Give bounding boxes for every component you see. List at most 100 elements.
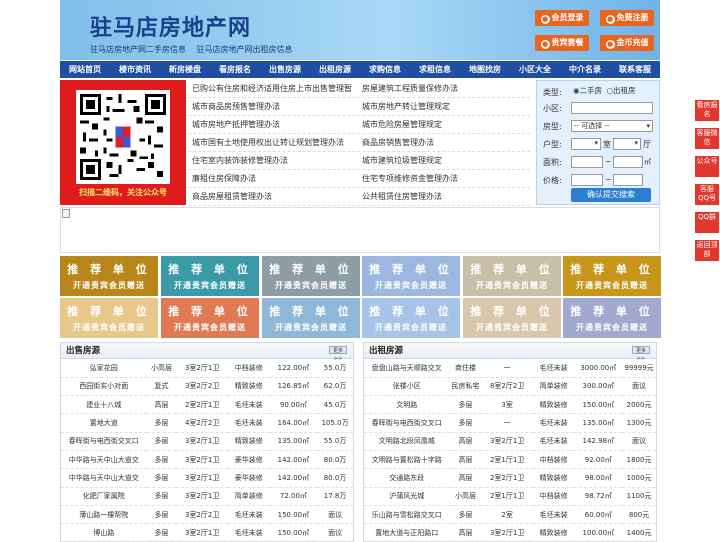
sale-more-link[interactable]: 更多>> xyxy=(329,346,347,362)
listing-cell[interactable]: 置地大道 xyxy=(61,413,147,433)
nav-item-home[interactable]: 网站首页 xyxy=(60,61,110,78)
side-back-to-top[interactable]: 返回顶部 xyxy=(695,240,719,261)
listing-cell[interactable]: 文明路 xyxy=(364,395,450,415)
listing-cell[interactable]: 中华路与天中山大道交 xyxy=(61,468,147,488)
listing-row[interactable]: 春晖街与电西街交叉口 多层一毛坯未装 135.00㎡ 1300元 xyxy=(364,413,656,433)
policy-link[interactable]: 房屋建筑工程质量保修办法 xyxy=(358,80,528,98)
listing-cell[interactable]: 博山路 xyxy=(61,523,147,542)
policy-link[interactable]: 城市房地产抵押管理办法 xyxy=(188,116,358,134)
listing-cell[interactable]: 交通路东段 xyxy=(364,468,450,488)
register-button[interactable]: ● 免费注册 xyxy=(600,10,654,26)
listing-row[interactable]: 西园街实小对面 复式 3室2厅2卫 精致装修 126.85㎡ 62.0万 xyxy=(61,377,353,397)
policy-link[interactable]: 住宅室内装饰装修管理办法 xyxy=(188,152,358,170)
side-viewing-signup[interactable]: 看房报名 xyxy=(695,100,719,121)
listing-cell[interactable]: 文明路与置松路十字路 xyxy=(364,450,450,470)
listing-row[interactable]: 弘家花园 小高层 3室2厅1卫 中档装修 122.00㎡ 55.0万 xyxy=(61,359,353,378)
policy-link[interactable]: 公共租赁住房管理办法 xyxy=(358,188,528,206)
listing-cell[interactable]: 化肥厂家属院 xyxy=(61,487,147,506)
listing-cell[interactable]: 中华路与天中山大道交 xyxy=(61,450,147,470)
side-qq-group[interactable]: QQ群 xyxy=(695,212,719,233)
nav-item-agents[interactable]: 中介名录 xyxy=(560,61,610,78)
policy-link[interactable]: 城市危险房屋管理规定 xyxy=(358,116,528,134)
nav-item-for-sale[interactable]: 出售房源 xyxy=(260,61,310,78)
area-max-input[interactable] xyxy=(613,156,643,168)
listing-row[interactable]: 沪蒲风光城 小高层 2室1厅1卫 中档装修 98.72㎡ 1100元 xyxy=(364,487,656,506)
listing-row[interactable]: 乐山路与雪松路交叉口 多层 2室 毛坯未装 60.00㎡ 800元 xyxy=(364,505,656,525)
policy-link[interactable]: 城市商品房预售管理办法 xyxy=(188,98,358,116)
listing-cell[interactable]: 文明路北段凤凰城 xyxy=(364,432,450,451)
policy-link[interactable]: 城市国有土地使用权出让转让规划管理办法 xyxy=(188,134,358,152)
listing-row[interactable]: 文明路与置松路十字路 高层 2室1厅1卫 中档装修 92.00㎡ 1800元 xyxy=(364,450,656,470)
promo-tile[interactable]: 推 荐 单 位开通贵宾会员赠送 xyxy=(60,298,158,338)
listing-cell[interactable]: 建业十八城 xyxy=(61,395,147,415)
ad-banner[interactable] xyxy=(60,207,660,253)
listing-row[interactable]: 张楼小区 民房私宅 8室2厅2卫 简单装修 300.00㎡ 面议 xyxy=(364,377,656,397)
nav-item-new-homes[interactable]: 新房楼盘 xyxy=(160,61,210,78)
listing-cell[interactable]: 西园街实小对面 xyxy=(61,377,147,397)
promo-tile[interactable]: 推 荐 单 位开通贵宾会员赠送 xyxy=(463,298,561,338)
nav-item-contact[interactable]: 联系客服 xyxy=(610,61,660,78)
listing-cell[interactable]: 弘家花园 xyxy=(61,359,147,378)
side-service-wechat[interactable]: 客服微信 xyxy=(695,128,719,149)
side-service-qq[interactable]: 客服QQ号 xyxy=(695,184,719,205)
listing-row[interactable]: 中华路与天中山大道交 多层 3室2厅1卫 豪华装修 142.00㎡ 80.0万 xyxy=(61,450,353,470)
room-select[interactable]: -- 可选择 -- ▾ xyxy=(571,120,653,132)
nav-item-for-rent[interactable]: 出租房源 xyxy=(310,61,360,78)
listing-row[interactable]: 置地大道 多层 4室2厅2卫 毛坯未装 164.00㎡ 105.0万 xyxy=(61,413,353,433)
hall-count-select[interactable]: ▾ xyxy=(613,138,641,150)
listing-cell[interactable]: 盘盘山路与天顺路交叉 xyxy=(364,359,450,378)
listing-cell[interactable]: 春晖街与电西街交叉口 xyxy=(364,413,450,433)
rent-more-link[interactable]: 更多>> xyxy=(632,346,650,362)
listing-row[interactable]: 建业十八城 高层 2室2厅1卫 毛坯未装 90.00㎡ 45.0万 xyxy=(61,395,353,415)
policy-link[interactable]: 城市建筑垃圾管理规定 xyxy=(358,152,528,170)
promo-tile[interactable]: 推 荐 单 位开通贵宾会员赠送 xyxy=(161,298,259,338)
policy-link[interactable]: 已购公有住房和经济适用住房上市出售管理暂 xyxy=(188,80,358,98)
listing-cell[interactable]: 沪蒲风光城 xyxy=(364,487,450,506)
listing-row[interactable]: 春晖街与电西街交叉口 多层 3室2厅1卫 精致装修 135.00㎡ 55.0万 xyxy=(61,432,353,451)
promo-tile[interactable]: 推 荐 单 位开通贵宾会员赠送 xyxy=(161,256,259,296)
nav-item-map-search[interactable]: 地图找房 xyxy=(460,61,510,78)
policy-link[interactable]: 商品房销售管理办法 xyxy=(358,134,528,152)
promo-tile[interactable]: 推 荐 单 位开通贵宾会员赠送 xyxy=(262,298,360,338)
listing-row[interactable]: 交通路东段 高层 2室2厅1卫 精致装修 98.00㎡ 1000元 xyxy=(364,468,656,488)
listing-row[interactable]: 置地大道与正阳路口 高层 3室2厅1卫 精致装修 100.00㎡ 1400元 xyxy=(364,523,656,542)
promo-tile[interactable]: 推 荐 单 位开通贵宾会员赠送 xyxy=(60,256,158,296)
listing-row[interactable]: 文明路北段凤凰城 高层 3室2厅1卫 毛坯未装 142.98㎡ 面议 xyxy=(364,432,656,451)
listing-cell[interactable]: 置地大道与正阳路口 xyxy=(364,523,450,542)
listing-cell[interactable]: 张楼小区 xyxy=(364,377,450,397)
listing-row[interactable]: 博山路 多层 3室2厅1卫 毛坯未装 150.00㎡ 面议 xyxy=(61,523,353,542)
price-min-input[interactable] xyxy=(571,174,603,186)
room-count-select[interactable]: ▾ xyxy=(571,138,601,150)
login-button[interactable]: ● 会员登录 xyxy=(535,10,589,26)
nav-item-news[interactable]: 楼市资讯 xyxy=(110,61,160,78)
listing-row[interactable]: 化肥厂家属院 多层 3室2厅1卫 简单装修 72.00㎡ 17.8万 xyxy=(61,487,353,506)
price-max-input[interactable] xyxy=(613,174,643,186)
promo-tile[interactable]: 推 荐 单 位开通贵宾会员赠送 xyxy=(262,256,360,296)
policy-link[interactable]: 商品房屋租赁管理办法 xyxy=(188,188,358,206)
promo-tile[interactable]: 推 荐 单 位开通贵宾会员赠送 xyxy=(563,256,661,296)
policy-link[interactable]: 住宅专项维修资金管理办法 xyxy=(358,170,528,188)
coin-recharge-button[interactable]: ● 金币充值 xyxy=(600,35,654,51)
nav-item-wanted-rent[interactable]: 求租信息 xyxy=(410,61,460,78)
promo-tile[interactable]: 推 荐 单 位开通贵宾会员赠送 xyxy=(463,256,561,296)
site-title[interactable]: 驻马店房地产网 xyxy=(90,10,251,42)
listing-row[interactable]: 薄山路一棵帮院 多层 3室2厅2卫 毛坯未装 150.00㎡ 面议 xyxy=(61,505,353,525)
listing-cell[interactable]: 乐山路与雪松路交叉口 xyxy=(364,505,450,525)
search-submit-button[interactable]: 确认提交搜索 xyxy=(571,188,651,202)
promo-tile[interactable]: 推 荐 单 位开通贵宾会员赠送 xyxy=(362,256,460,296)
area-min-input[interactable] xyxy=(571,156,603,168)
vip-package-button[interactable]: ● 贵宾套餐 xyxy=(535,35,589,51)
listing-cell[interactable]: 春晖街与电西街交叉口 xyxy=(61,432,147,451)
listing-row[interactable]: 盘盘山路与天顺路交叉 商住楼一毛坯未装 3000.00㎡ 99999元 xyxy=(364,359,656,378)
community-input[interactable] xyxy=(571,102,653,114)
promo-tile[interactable]: 推 荐 单 位开通贵宾会员赠送 xyxy=(563,298,661,338)
nav-item-viewing-signup[interactable]: 看房报名 xyxy=(210,61,260,78)
policy-link[interactable]: 廉租住房保障办法 xyxy=(188,170,358,188)
listing-cell[interactable]: 薄山路一棵帮院 xyxy=(61,505,147,525)
listing-row[interactable]: 中华路与天中山大道交 多层 3室2厅1卫 豪华装修 142.00㎡ 80.0万 xyxy=(61,468,353,488)
side-official-account[interactable]: 公众号 xyxy=(695,156,719,177)
nav-item-communities[interactable]: 小区大全 xyxy=(510,61,560,78)
promo-tile[interactable]: 推 荐 单 位开通贵宾会员赠送 xyxy=(362,298,460,338)
nav-item-wanted-buy[interactable]: 求购信息 xyxy=(360,61,410,78)
policy-link[interactable]: 城市房地产转让管理规定 xyxy=(358,98,528,116)
